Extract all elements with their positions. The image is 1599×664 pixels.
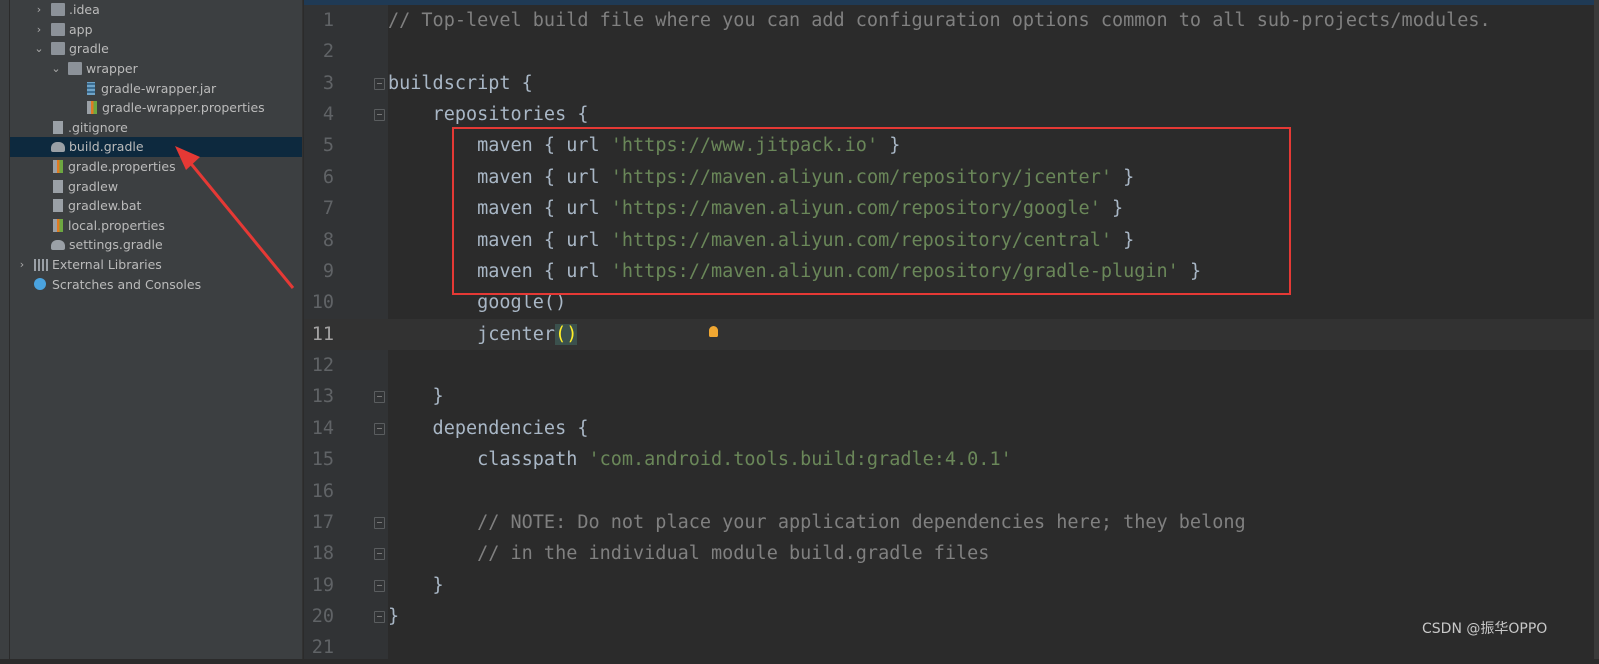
code-token: dependencies { bbox=[388, 417, 589, 439]
code-line[interactable]: 15 classpath 'com.android.tools.build:gr… bbox=[304, 444, 1594, 475]
code-line[interactable]: 20} bbox=[304, 601, 1594, 632]
code-line[interactable]: 14 dependencies { bbox=[304, 413, 1594, 444]
code-text: maven { url 'https://maven.aliyun.com/re… bbox=[388, 225, 1594, 256]
code-text: // Top-level build file where you can ad… bbox=[388, 5, 1594, 36]
fold-marker-icon[interactable] bbox=[374, 579, 385, 592]
code-text: } bbox=[388, 381, 1594, 412]
code-token: // NOTE: Do not place your application d… bbox=[388, 511, 1246, 533]
code-editor[interactable]: 1// Top-level build file where you can a… bbox=[304, 0, 1599, 659]
code-token: maven { url bbox=[388, 229, 611, 251]
code-token: 'com.android.tools.build:gradle:4.0.1' bbox=[588, 449, 1012, 471]
code-token: () bbox=[555, 323, 578, 345]
line-number: 12 bbox=[311, 355, 334, 377]
line-number: 19 bbox=[311, 574, 334, 596]
lightbulb-icon[interactable] bbox=[709, 326, 718, 337]
code-token: maven { url bbox=[388, 260, 611, 282]
annotation-arrow bbox=[175, 146, 295, 289]
code-text: } bbox=[388, 601, 1594, 632]
code-token: // Top-level build file where you can ad… bbox=[388, 10, 1491, 31]
code-line[interactable]: 1// Top-level build file where you can a… bbox=[304, 5, 1594, 36]
code-token: 'https://www.jitpack.io' bbox=[610, 135, 879, 157]
code-line[interactable]: 9 maven { url 'https://maven.aliyun.com/… bbox=[304, 256, 1594, 287]
code-line[interactable]: 11 jcenter() bbox=[304, 318, 1594, 351]
code-token: maven { url bbox=[388, 166, 611, 188]
line-number: 11 bbox=[311, 323, 334, 345]
code-token: google() bbox=[388, 292, 567, 314]
code-line[interactable]: 18 // in the individual module build.gra… bbox=[304, 538, 1594, 569]
code-text: maven { url 'https://maven.aliyun.com/re… bbox=[388, 193, 1594, 224]
code-token: } bbox=[388, 386, 444, 408]
code-line[interactable]: 3 buildscript { bbox=[304, 68, 1594, 99]
code-line[interactable]: 7 maven { url 'https://maven.aliyun.com/… bbox=[304, 193, 1594, 224]
vertical-scrollbar[interactable] bbox=[1594, 0, 1599, 659]
line-number: 16 bbox=[311, 480, 334, 502]
fold-marker-icon[interactable] bbox=[374, 548, 385, 561]
line-number: 14 bbox=[311, 417, 334, 439]
line-number: 13 bbox=[311, 386, 334, 408]
code-token: repositories { bbox=[388, 104, 589, 126]
code-text: } bbox=[388, 570, 1594, 601]
code-line[interactable]: 6 maven { url 'https://maven.aliyun.com/… bbox=[304, 162, 1594, 193]
code-token: } bbox=[1178, 260, 1202, 282]
code-token: } bbox=[388, 606, 400, 628]
code-token: 'https://maven.aliyun.com/repository/goo… bbox=[610, 198, 1101, 220]
fold-marker-icon[interactable] bbox=[374, 516, 385, 529]
code-text: maven { url 'https://maven.aliyun.com/re… bbox=[388, 162, 1594, 193]
code-token: } bbox=[1111, 229, 1135, 251]
code-token: } bbox=[388, 574, 444, 596]
code-text: dependencies { bbox=[388, 413, 1594, 444]
code-text: // in the individual module build.gradle… bbox=[388, 538, 1594, 569]
code-line[interactable]: 21 bbox=[304, 632, 1594, 663]
code-text: jcenter() bbox=[388, 319, 1594, 350]
code-text: buildscript { bbox=[388, 68, 1594, 99]
code-text: google() bbox=[388, 287, 1594, 318]
code-token: classpath bbox=[388, 449, 589, 471]
fold-marker-icon[interactable] bbox=[374, 611, 385, 624]
code-line[interactable]: 8 maven { url 'https://maven.aliyun.com/… bbox=[304, 225, 1594, 256]
code-token: 'https://maven.aliyun.com/repository/cen… bbox=[610, 229, 1112, 251]
code-line[interactable]: 17 // NOTE: Do not place your applicatio… bbox=[304, 507, 1594, 538]
code-line[interactable]: 2 bbox=[304, 36, 1594, 67]
code-token: } bbox=[1111, 166, 1135, 188]
watermark: CSDN @振华OPPO bbox=[1422, 621, 1548, 637]
line-number: 21 bbox=[311, 637, 334, 659]
code-token: 'https://maven.aliyun.com/repository/jce… bbox=[610, 166, 1112, 188]
code-line[interactable]: 5 maven { url 'https://www.jitpack.io' } bbox=[304, 130, 1594, 161]
code-token: 'https://maven.aliyun.com/repository/gra… bbox=[610, 260, 1179, 282]
code-text: maven { url 'https://maven.aliyun.com/re… bbox=[388, 256, 1594, 287]
code-line[interactable]: 19 } bbox=[304, 570, 1594, 601]
code-token: jcenter bbox=[388, 323, 556, 345]
code-token: // in the individual module build.gradle… bbox=[388, 543, 990, 565]
code-line[interactable]: 4 repositories { bbox=[304, 99, 1594, 130]
fold-marker-icon[interactable] bbox=[374, 422, 385, 435]
fold-marker-icon[interactable] bbox=[374, 391, 385, 404]
code-line[interactable]: 12 bbox=[304, 350, 1594, 381]
code-line[interactable]: 10 google() bbox=[304, 287, 1594, 318]
line-number: 18 bbox=[311, 543, 334, 565]
line-number: 15 bbox=[311, 449, 334, 471]
code-token: } bbox=[1100, 198, 1124, 220]
code-text: maven { url 'https://www.jitpack.io' } bbox=[388, 130, 1594, 161]
code-token: } bbox=[878, 135, 901, 157]
code-token: maven { url bbox=[388, 135, 611, 157]
code-text: // NOTE: Do not place your application d… bbox=[388, 507, 1594, 538]
line-number: 20 bbox=[311, 606, 334, 628]
line-number: 17 bbox=[311, 511, 334, 533]
code-token: maven { url bbox=[388, 198, 611, 220]
code-line[interactable]: 16 bbox=[304, 476, 1594, 507]
code-text: classpath 'com.android.tools.build:gradl… bbox=[388, 444, 1594, 475]
code-text: repositories { bbox=[388, 99, 1594, 130]
code-token: buildscript { bbox=[388, 72, 533, 94]
code-line[interactable]: 13 } bbox=[304, 381, 1594, 412]
